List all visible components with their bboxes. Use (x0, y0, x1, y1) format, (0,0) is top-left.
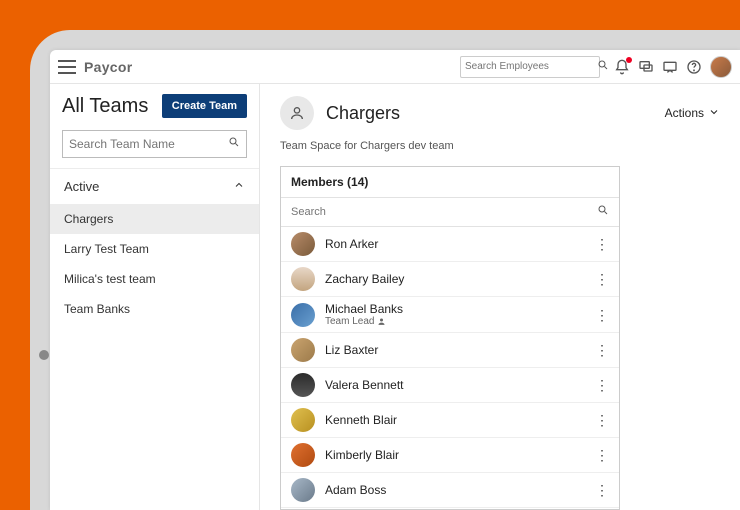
team-search-input[interactable] (69, 137, 228, 151)
member-name: Zachary Bailey (325, 272, 585, 286)
sidebar-title: All Teams (62, 95, 148, 118)
member-row[interactable]: Zachary Bailey ⋮ (281, 262, 619, 297)
topbar: Paycor (50, 50, 740, 84)
member-row[interactable]: Valera Bennett ⋮ (281, 368, 619, 403)
member-menu-icon[interactable]: ⋮ (595, 483, 609, 497)
member-menu-icon[interactable]: ⋮ (595, 378, 609, 392)
member-text: Zachary Bailey (325, 272, 585, 286)
member-name: Michael Banks (325, 302, 585, 316)
member-text: Ron Arker (325, 237, 585, 251)
employee-search[interactable] (460, 56, 600, 78)
member-name: Liz Baxter (325, 343, 585, 357)
member-row[interactable]: Adam Boss ⋮ (281, 473, 619, 508)
chat-icon[interactable] (638, 59, 654, 75)
sidebar-team-item[interactable]: Chargers (50, 204, 259, 234)
member-avatar (291, 303, 315, 327)
employee-search-input[interactable] (465, 61, 597, 72)
member-name: Adam Boss (325, 483, 585, 497)
create-team-button[interactable]: Create Team (162, 94, 247, 118)
member-text: Kimberly Blair (325, 448, 585, 462)
members-list: Ron Arker⋮Zachary Bailey⋮Michael BanksTe… (281, 227, 619, 510)
device-home-button (39, 350, 49, 360)
sidebar-header: All Teams Create Team (50, 84, 259, 126)
member-menu-icon[interactable]: ⋮ (595, 413, 609, 427)
app-screen: Paycor (50, 50, 740, 510)
members-header: Members (14) (281, 167, 619, 198)
member-row[interactable]: Michael BanksTeam Lead ⋮ (281, 297, 619, 333)
actions-label: Actions (665, 106, 704, 120)
actions-menu[interactable]: Actions (665, 106, 720, 121)
member-name: Kimberly Blair (325, 448, 585, 462)
sidebar-team-item[interactable]: Team Banks (50, 294, 259, 324)
topbar-actions (608, 56, 732, 78)
content-header: Chargers Actions (280, 96, 720, 136)
notifications-icon[interactable] (614, 59, 630, 75)
member-avatar (291, 232, 315, 256)
members-panel: Members (14) Ron Arker⋮Zachary Bailey⋮Mi… (280, 166, 620, 510)
team-description: Team Space for Chargers dev team (280, 136, 720, 166)
help-icon[interactable] (686, 59, 702, 75)
member-menu-icon[interactable]: ⋮ (595, 272, 609, 286)
team-list: ChargersLarry Test TeamMilica's test tea… (50, 204, 259, 324)
member-menu-icon[interactable]: ⋮ (595, 343, 609, 357)
member-menu-icon[interactable]: ⋮ (595, 448, 609, 462)
member-text: Adam Boss (325, 483, 585, 497)
member-row[interactable]: Kimberly Blair ⋮ (281, 438, 619, 473)
sidebar: All Teams Create Team Active (50, 84, 260, 510)
member-name: Valera Bennett (325, 378, 585, 392)
menu-toggle[interactable] (58, 60, 76, 74)
member-name: Kenneth Blair (325, 413, 585, 427)
chevron-down-icon (708, 106, 720, 121)
sidebar-section-active: Active ChargersLarry Test TeamMilica's t… (50, 168, 259, 324)
member-text: Kenneth Blair (325, 413, 585, 427)
sidebar-section-toggle[interactable]: Active (50, 169, 259, 204)
team-search[interactable] (62, 130, 247, 158)
team-avatar-icon (280, 96, 314, 130)
member-menu-icon[interactable]: ⋮ (595, 308, 609, 322)
sidebar-team-item[interactable]: Milica's test team (50, 264, 259, 294)
member-row[interactable]: Ron Arker ⋮ (281, 227, 619, 262)
user-avatar[interactable] (710, 56, 732, 78)
member-avatar (291, 478, 315, 502)
member-avatar (291, 443, 315, 467)
member-role: Team Lead (325, 316, 585, 327)
device-frame: Paycor (30, 30, 740, 510)
search-icon (597, 203, 609, 221)
messages-icon[interactable] (662, 59, 678, 75)
member-text: Michael BanksTeam Lead (325, 302, 585, 327)
main: All Teams Create Team Active (50, 84, 740, 510)
member-row[interactable]: Kenneth Blair ⋮ (281, 403, 619, 438)
content: Chargers Actions Team Space for Chargers… (260, 84, 740, 510)
brand-logo: Paycor (84, 59, 133, 75)
chevron-up-icon (233, 179, 245, 194)
members-search-input[interactable] (291, 206, 591, 218)
member-row[interactable]: Liz Baxter ⋮ (281, 333, 619, 368)
sidebar-section-label: Active (64, 179, 99, 194)
members-search[interactable] (281, 198, 619, 227)
member-avatar (291, 338, 315, 362)
member-menu-icon[interactable]: ⋮ (595, 237, 609, 251)
member-avatar (291, 408, 315, 432)
notification-badge (626, 57, 632, 63)
search-icon (228, 135, 240, 153)
member-text: Valera Bennett (325, 378, 585, 392)
sidebar-team-item[interactable]: Larry Test Team (50, 234, 259, 264)
member-avatar (291, 373, 315, 397)
member-text: Liz Baxter (325, 343, 585, 357)
member-avatar (291, 267, 315, 291)
team-name-heading: Chargers (326, 103, 653, 124)
member-name: Ron Arker (325, 237, 585, 251)
